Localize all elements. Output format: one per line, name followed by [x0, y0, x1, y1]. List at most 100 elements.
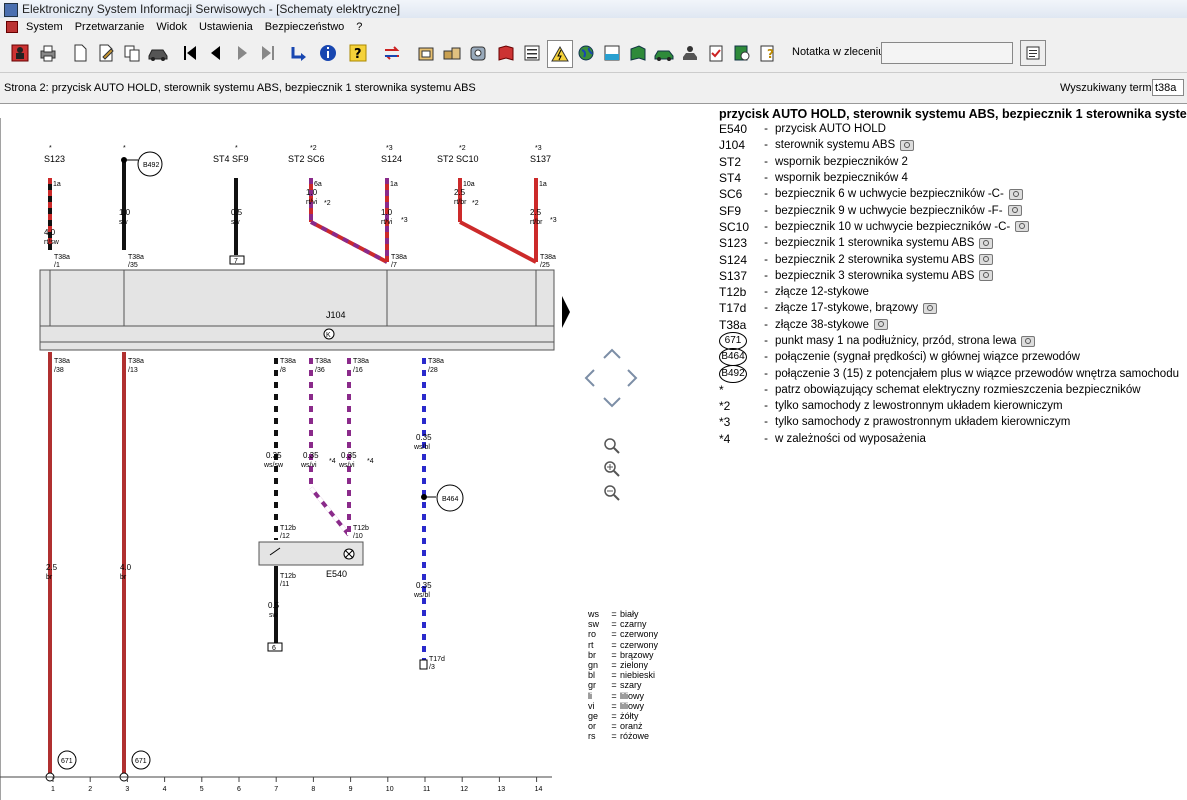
- search-term-input[interactable]: t38a: [1152, 79, 1184, 96]
- new-document-icon[interactable]: [68, 40, 92, 66]
- help-icon[interactable]: ?: [346, 40, 370, 66]
- menu-help[interactable]: ?: [350, 18, 368, 36]
- camera-icon[interactable]: [1021, 335, 1036, 347]
- switch-icon[interactable]: [380, 40, 404, 66]
- camera-icon[interactable]: [1015, 221, 1030, 233]
- legend-item: T17d - złącze 17-stykowe, brązowy: [719, 300, 1187, 316]
- window-title: Elektroniczny System Informacji Serwisow…: [22, 2, 401, 16]
- packages-icon[interactable]: [440, 40, 464, 66]
- zoom-out-icon[interactable]: [604, 485, 620, 501]
- camera-icon[interactable]: [979, 237, 994, 249]
- next-page-icon[interactable]: [230, 40, 254, 66]
- notatka-input[interactable]: [881, 42, 1013, 64]
- connector-number: 7: [234, 258, 238, 265]
- wire-color: ws/bl: [413, 444, 430, 451]
- legend-dash: -: [764, 204, 768, 217]
- pin-label: 6a: [314, 181, 322, 188]
- first-page-icon[interactable]: [178, 40, 202, 66]
- wire-sc10-diag: [459, 220, 537, 264]
- color-name: biały: [620, 609, 639, 619]
- legend-text: bezpiecznik 6 w uchwycie bezpieczników -…: [775, 188, 1004, 201]
- car-person-icon[interactable]: [678, 40, 702, 66]
- color-name: liliowy: [620, 700, 645, 711]
- color-equals: =: [611, 609, 617, 619]
- legend-dash: -: [764, 318, 768, 331]
- previous-page-icon[interactable]: [204, 40, 228, 66]
- globe-icon[interactable]: [574, 40, 598, 66]
- exit-icon[interactable]: [8, 40, 32, 66]
- legend-code: S124: [719, 252, 748, 267]
- wire-color: ws/bl: [413, 592, 430, 599]
- camera-icon[interactable]: [873, 319, 888, 331]
- gearbox-icon[interactable]: [466, 40, 490, 66]
- ground-label: 671: [61, 758, 73, 765]
- color-code: ro: [588, 629, 597, 640]
- legend-text: w zależności od wyposażenia: [775, 432, 926, 445]
- color-code: or: [588, 721, 597, 732]
- legend-text: połączenie 3 (15) z potencjałem plus w w…: [775, 367, 1179, 380]
- water-tank-icon[interactable]: [600, 40, 624, 66]
- document-box-icon[interactable]: [414, 40, 438, 66]
- up-level-icon[interactable]: [286, 40, 310, 66]
- pin-connector: T12b: [353, 525, 369, 532]
- fuse-label: ST2 SC10: [437, 154, 479, 164]
- document-help-icon[interactable]: ?: [756, 40, 780, 66]
- view-icon[interactable]: [730, 40, 754, 66]
- legend-text: bezpiecznik 1 sterownika systemu ABS: [775, 237, 975, 250]
- menu-ustawienia[interactable]: Ustawienia: [193, 18, 259, 36]
- wire-size: 0.35: [416, 581, 432, 590]
- menu-bezpieczenstwo[interactable]: Bezpieczeństwo: [259, 18, 351, 36]
- info-icon[interactable]: [316, 40, 340, 66]
- legend-text: tylko samochody z prawostronnym układem …: [775, 416, 1071, 429]
- camera-icon[interactable]: [1007, 205, 1022, 217]
- ground-label: 671: [135, 758, 147, 765]
- last-page-icon[interactable]: [256, 40, 280, 66]
- menu-przetwarzanie[interactable]: Przetwarzanie: [69, 18, 151, 36]
- camera-icon[interactable]: [979, 270, 994, 282]
- column-number: 12: [460, 786, 468, 793]
- camera-icon[interactable]: [1008, 188, 1023, 200]
- zoom-icon[interactable]: [604, 438, 620, 454]
- camera-icon[interactable]: [900, 139, 915, 151]
- legend-dash: -: [764, 155, 768, 168]
- wire-color-key: ws = biały sw = czarny ro = czerwony rt = czerwony b…: [588, 609, 658, 742]
- system-menu-icon[interactable]: [6, 21, 18, 33]
- legend-code: *: [719, 382, 724, 397]
- car-icon[interactable]: [146, 40, 170, 66]
- edit-document-icon[interactable]: [94, 40, 118, 66]
- zoom-in-icon[interactable]: [604, 461, 620, 477]
- wire-size: 4.0: [120, 563, 132, 572]
- book-icon[interactable]: [494, 40, 518, 66]
- column-number: 4: [163, 786, 167, 793]
- green-car-icon[interactable]: [652, 40, 676, 66]
- pan-left-icon[interactable]: [584, 369, 595, 387]
- green-book-icon[interactable]: [626, 40, 650, 66]
- fuse-star: *: [235, 145, 238, 152]
- pin-number: /8: [280, 367, 286, 374]
- wire-size: 4.0: [44, 228, 56, 237]
- camera-icon[interactable]: [979, 254, 994, 266]
- camera-icon[interactable]: [923, 302, 938, 314]
- menu-widok[interactable]: Widok: [150, 18, 193, 36]
- pan-right-icon[interactable]: [627, 369, 638, 387]
- legend-code: ST2: [719, 154, 742, 169]
- ecu-j104-box: [39, 269, 555, 351]
- pin-connector: T38a: [315, 358, 331, 365]
- wiring-diagram-icon[interactable]: [547, 40, 573, 68]
- wire-size: 1.0: [119, 208, 131, 217]
- list-icon[interactable]: [520, 40, 544, 66]
- pin-number: /38: [54, 367, 64, 374]
- notatka-edit-icon[interactable]: [1020, 40, 1046, 66]
- color-name: liliowy: [620, 690, 645, 701]
- legend-item: E540 - przycisk AUTO HOLD: [719, 121, 1187, 137]
- color-equals: =: [611, 660, 617, 671]
- copy-icon[interactable]: [120, 40, 144, 66]
- menu-system[interactable]: System: [20, 18, 69, 36]
- pan-down-icon[interactable]: [603, 397, 621, 408]
- checklist-icon[interactable]: [704, 40, 728, 66]
- color-name: niebieski: [620, 670, 656, 681]
- legend-text: punkt masy 1 na podłużnicy, przód, stron…: [775, 335, 1017, 347]
- print-icon[interactable]: [36, 40, 60, 66]
- wire-size: 2.5: [454, 188, 466, 197]
- pan-up-icon[interactable]: [603, 348, 621, 359]
